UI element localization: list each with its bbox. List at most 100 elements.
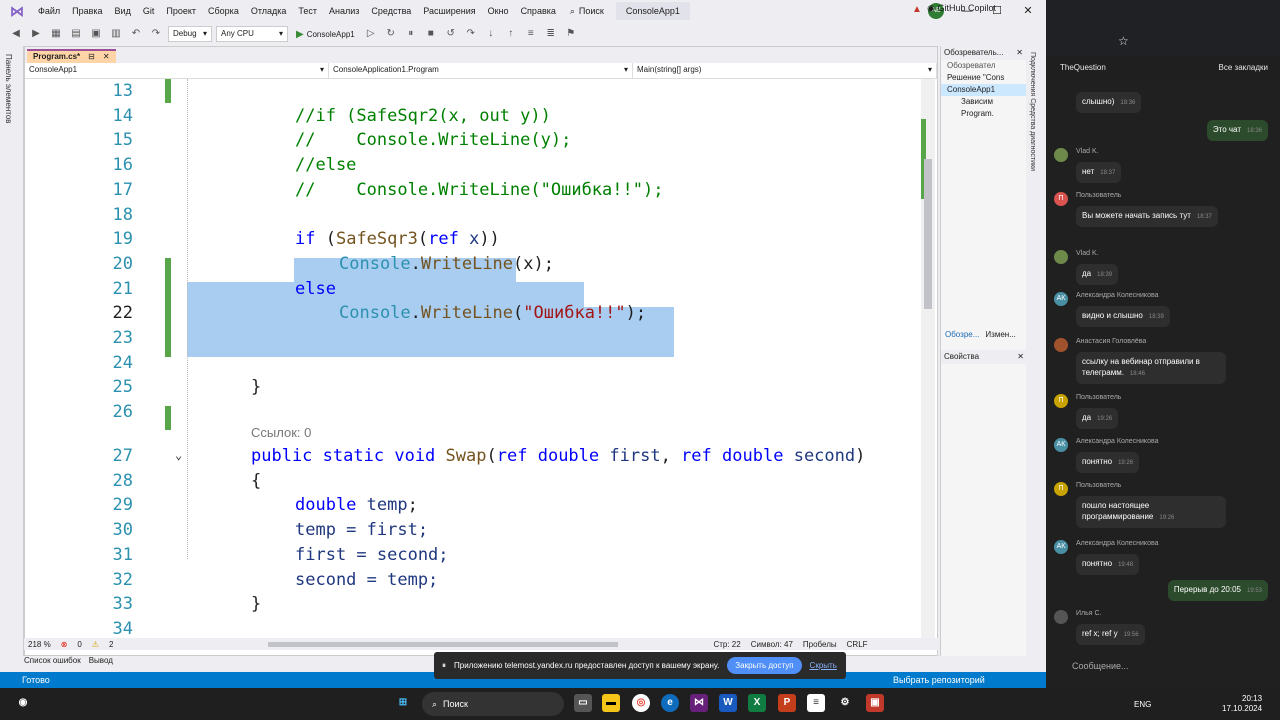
word-icon[interactable]: W xyxy=(719,694,737,712)
bookmark-icon[interactable]: ⚑ xyxy=(563,26,579,42)
menu-debug[interactable]: Отладка xyxy=(245,0,293,22)
chat-bubble: понятно 19:48 xyxy=(1076,554,1140,575)
diagnostics-tab[interactable]: Подключения Средства диагностики xyxy=(1029,52,1036,171)
menu-extensions[interactable]: Расширения xyxy=(417,0,481,22)
stop-icon[interactable]: ■ xyxy=(423,26,439,42)
chat-time: 18:39 xyxy=(1148,314,1164,320)
save-icon[interactable]: ▣ xyxy=(88,26,104,42)
platform-select[interactable]: Any CPU ▾ xyxy=(216,26,288,42)
string-literal: "Ошибка!!" xyxy=(523,303,626,324)
step-into-icon[interactable]: ↓ xyxy=(483,26,499,42)
vertical-scrollbar[interactable] xyxy=(921,79,935,639)
menu-project[interactable]: Проект xyxy=(160,0,202,22)
language-indicator[interactable]: ENG xyxy=(1134,700,1151,709)
menu-test[interactable]: Тест xyxy=(292,0,323,22)
run-without-debug-icon[interactable]: ▷ xyxy=(363,26,379,42)
menu-file[interactable]: Файл xyxy=(32,0,66,22)
all-bookmarks[interactable]: Все закладки xyxy=(1219,63,1268,72)
uncomment-icon[interactable]: ≣ xyxy=(543,26,559,42)
hot-reload-icon[interactable]: ↻ xyxy=(383,26,399,42)
close-icon[interactable]: ✕ xyxy=(1016,46,1023,60)
notepad-icon[interactable]: ≡ xyxy=(807,694,825,712)
step-over-icon[interactable]: ↷ xyxy=(463,26,479,42)
whitespace-mode[interactable]: Пробелы xyxy=(803,640,837,649)
toolbox-tab[interactable]: Панель элементов xyxy=(4,54,13,124)
menu-analyze[interactable]: Анализ xyxy=(323,0,365,22)
line-ending[interactable]: CRLF xyxy=(847,640,868,649)
clock[interactable]: 20:13 17.10.2024 xyxy=(1222,694,1262,714)
excel-icon[interactable]: X xyxy=(748,694,766,712)
bottom-panel-tabs: Список ошибок Вывод xyxy=(24,656,113,665)
tab-output[interactable]: Вывод xyxy=(89,656,113,665)
menu-git[interactable]: Git xyxy=(137,0,161,22)
line-position: Стр: 22 xyxy=(713,639,741,649)
settings-icon[interactable]: ⚙ xyxy=(836,694,854,712)
start-icon[interactable]: ⊞ xyxy=(394,694,412,712)
pin-tab-icon[interactable]: ⊟ xyxy=(88,51,95,63)
project-combo[interactable]: ConsoleApp1 ▾ xyxy=(25,63,329,78)
tab-git-changes[interactable]: Измен... xyxy=(985,330,1015,339)
horizontal-scrollbar[interactable] xyxy=(268,642,618,647)
member-combo[interactable]: Main(string[] args) ▾ xyxy=(633,63,937,78)
widgets-icon[interactable]: ◉ xyxy=(14,694,32,712)
tab-error-list[interactable]: Список ошибок xyxy=(24,656,81,665)
step-out-icon[interactable]: ↑ xyxy=(503,26,519,42)
menu-edit[interactable]: Правка xyxy=(66,0,108,22)
search-box[interactable]: ⌕ Поиск xyxy=(562,0,612,22)
tree-item-project[interactable]: ConsoleApp1 xyxy=(941,84,1026,96)
tree-item-dependencies[interactable]: Зависим xyxy=(941,96,1026,108)
run-button[interactable]: ▶ ConsoleApp1 xyxy=(292,29,359,40)
menu-tools[interactable]: Средства xyxy=(365,0,417,22)
visual-studio-window: ⋈ Файл Правка Вид Git Проект Сборка Отла… xyxy=(0,0,1046,688)
close-icon[interactable]: ✕ xyxy=(1013,0,1043,22)
pin-icon[interactable]: ▲ xyxy=(912,4,922,16)
tree-item-solution[interactable]: Решение "Cons xyxy=(941,72,1026,84)
redo-icon[interactable]: ↷ xyxy=(148,26,164,42)
tab-program-cs[interactable]: Program.cs* ⊟ ✕ xyxy=(27,49,116,63)
bookmark-theqestion[interactable]: TheQuestion xyxy=(1060,63,1106,72)
close-tab-icon[interactable]: ✕ xyxy=(103,51,110,63)
select-repository[interactable]: Выбрать репозиторий xyxy=(893,672,985,688)
selection-highlight xyxy=(187,332,674,357)
tree-item-program[interactable]: Program. xyxy=(941,108,1026,120)
warning-count[interactable]: 2 xyxy=(109,640,113,649)
scroll-thumb[interactable] xyxy=(924,159,932,309)
forward-icon[interactable]: ▶ xyxy=(28,26,44,42)
hide-link[interactable]: Скрыть xyxy=(810,661,837,670)
menu-window[interactable]: Окно xyxy=(482,0,515,22)
restart-icon[interactable]: ↺ xyxy=(443,26,459,42)
chrome-icon[interactable]: ◎ xyxy=(632,694,650,712)
message-input[interactable]: Сообщение... xyxy=(1046,650,1280,686)
undo-icon[interactable]: ↶ xyxy=(128,26,144,42)
new-item-icon[interactable]: ▦ xyxy=(48,26,64,42)
copilot-button[interactable]: ◉ GitHub Copilot xyxy=(927,3,996,14)
close-access-button[interactable]: Закрыть доступ xyxy=(727,657,802,674)
zoom-level[interactable]: 218 % xyxy=(28,640,51,649)
config-select[interactable]: Debug ▾ xyxy=(168,26,212,42)
search-solution-field[interactable]: Обозревател xyxy=(941,60,1026,72)
keyword-double: double xyxy=(295,495,357,516)
app-icon[interactable]: ▣ xyxy=(866,694,884,712)
menu-help[interactable]: Справка xyxy=(515,0,562,22)
task-view-icon[interactable]: ▭ xyxy=(574,694,592,712)
back-icon[interactable]: ◀ xyxy=(8,26,24,42)
save-all-icon[interactable]: ▥ xyxy=(108,26,124,42)
taskbar-search[interactable]: ⌕ Поиск xyxy=(422,692,564,716)
comment-icon[interactable]: ≡ xyxy=(523,26,539,42)
menu-build[interactable]: Сборка xyxy=(202,0,245,22)
tab-solution-explorer[interactable]: Обозре... xyxy=(945,330,979,339)
file-explorer-icon[interactable]: ▬ xyxy=(602,694,620,712)
menu-view[interactable]: Вид xyxy=(109,0,137,22)
powerpoint-icon[interactable]: P xyxy=(778,694,796,712)
close-icon[interactable]: ✕ xyxy=(1017,350,1024,364)
visual-studio-icon[interactable]: ⋈ xyxy=(690,694,708,712)
open-icon[interactable]: ▤ xyxy=(68,26,84,42)
edge-icon[interactable]: e xyxy=(661,694,679,712)
chevron-down-icon[interactable]: ⌄ xyxy=(175,448,182,462)
error-count[interactable]: 0 xyxy=(77,640,81,649)
references-codelens[interactable]: Ссылок: 0 xyxy=(251,425,311,440)
type-combo[interactable]: ConsoleApplication1.Program ▾ xyxy=(329,63,633,78)
pause-icon[interactable]: ⏸ xyxy=(403,26,419,42)
code-area[interactable]: 13 14 15 16 17 18 19 20 21 22 23 24 25 2… xyxy=(25,79,921,639)
star-icon[interactable]: ☆ xyxy=(1118,34,1129,48)
